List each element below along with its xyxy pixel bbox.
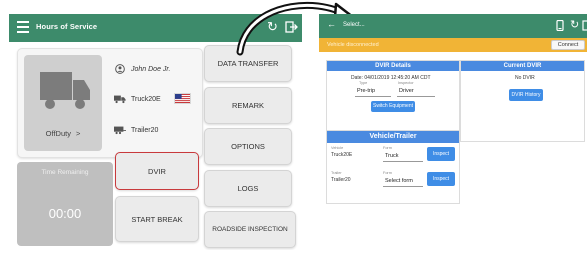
vehicle-form-label: Form xyxy=(383,146,392,150)
dvir-button[interactable]: DVIR xyxy=(115,152,199,190)
menu-icon[interactable] xyxy=(17,21,29,33)
vehicle-form-underline xyxy=(383,161,423,162)
back-arrow-icon[interactable]: ← xyxy=(327,19,336,29)
inspector-select[interactable]: Driver xyxy=(399,88,414,94)
user-icon xyxy=(115,64,125,74)
driver-name: John Doe Jr. xyxy=(131,65,171,73)
logs-button[interactable]: LOGS xyxy=(204,170,292,207)
vehicle-value: Truck20E xyxy=(331,152,353,158)
time-remaining-label: Time Remaining xyxy=(41,169,89,176)
trailer-icon xyxy=(114,126,126,135)
trailer-form-underline xyxy=(383,186,423,187)
roadside-inspection-button[interactable]: ROADSIDE INSPECTION xyxy=(204,211,296,248)
vehicle-status-text: Vehicle disconnected xyxy=(327,42,379,48)
trailer-form-select[interactable]: Select form xyxy=(385,178,413,184)
vehicle-status-bar: Vehicle disconnected Connect xyxy=(319,38,587,52)
dvir-details-header: DVIR Details xyxy=(327,61,459,71)
inspector-underline xyxy=(397,96,435,97)
trailer-label: Trailer xyxy=(331,171,342,175)
us-flag-icon xyxy=(174,93,191,104)
overflow-icon[interactable] xyxy=(582,20,587,31)
type-underline xyxy=(355,96,391,97)
phone-icon[interactable] xyxy=(555,20,565,31)
vehicle-label: Vehicle xyxy=(331,146,344,150)
app-title: Hours of Service xyxy=(36,22,98,31)
dvir-top-bar: ← Select... ↻ xyxy=(319,14,587,38)
current-dvir-panel: Current DVIR No DVIR DVIR History xyxy=(460,60,585,142)
vehicle-trailer-panel: Vehicle/Trailer Vehicle Truck20E Form Tr… xyxy=(326,130,460,204)
truck-icon xyxy=(40,72,90,109)
connect-button[interactable]: Connect xyxy=(551,40,585,50)
duty-status-button[interactable]: OffDuty > xyxy=(24,55,102,151)
refresh-icon[interactable]: ↻ xyxy=(570,18,579,31)
current-dvir-header: Current DVIR xyxy=(461,61,584,71)
vehicle-form-select[interactable]: Truck xyxy=(385,153,399,159)
trailer-row[interactable]: Trailer20 xyxy=(114,125,158,135)
time-remaining-value: 00:00 xyxy=(48,206,82,221)
vehicle-trailer-header: Vehicle/Trailer xyxy=(327,131,459,143)
driver-status-card: OffDuty > John Doe Jr. Truck20E Trailer2… xyxy=(17,48,203,158)
inspect-trailer-button[interactable]: Inspect xyxy=(427,172,455,186)
remark-button[interactable]: REMARK xyxy=(204,87,292,124)
type-label: Type xyxy=(359,81,368,85)
trailer-value: Trailer20 xyxy=(331,177,351,183)
truck-row[interactable]: Truck20E xyxy=(114,94,161,104)
truck-small-icon xyxy=(114,95,126,104)
no-dvir-text: No DVIR xyxy=(515,75,535,81)
type-select[interactable]: Pre-trip xyxy=(357,88,375,94)
dvir-screen: ← Select... ↻ Vehicle disconnected Conne… xyxy=(319,14,587,250)
driver-name-row: John Doe Jr. xyxy=(114,64,170,74)
dvir-history-button[interactable]: DVIR History xyxy=(509,89,543,101)
inspect-vehicle-button[interactable]: Inspect xyxy=(427,147,455,161)
switch-equipment-button[interactable]: Switch Equipment xyxy=(371,101,415,112)
start-break-button[interactable]: START BREAK xyxy=(115,196,199,242)
dvir-screen-title: Select... xyxy=(343,22,365,28)
inspector-label: Inspector xyxy=(398,81,414,85)
trailer-form-label: Form xyxy=(383,171,392,175)
truck-name: Truck20E xyxy=(131,95,161,103)
trailer-name: Trailer20 xyxy=(131,126,159,134)
options-button[interactable]: OPTIONS xyxy=(204,128,292,165)
time-remaining-card: Time Remaining 00:00 xyxy=(17,162,113,246)
duty-status-label: OffDuty > xyxy=(45,129,81,138)
